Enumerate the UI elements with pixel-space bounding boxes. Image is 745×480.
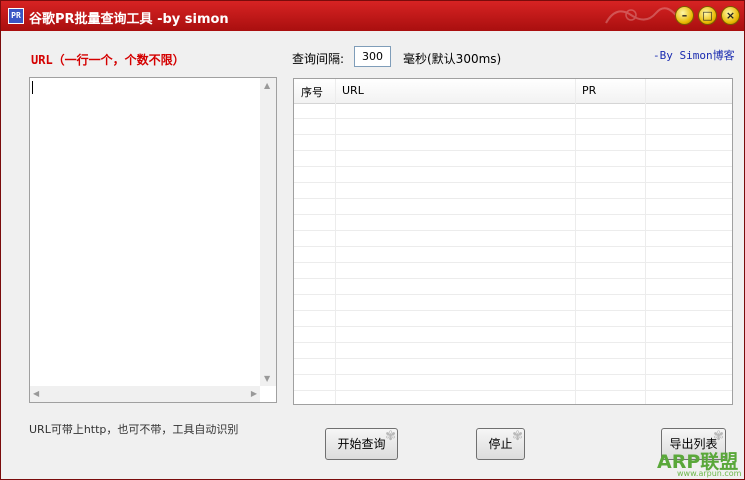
table-row: [294, 135, 732, 151]
table-row: [294, 215, 732, 231]
results-table[interactable]: 序号 URL PR: [293, 78, 733, 405]
app-window: PR 谷歌PR批量查询工具 -by simon – □ × URL（一行一个，个…: [0, 0, 745, 480]
table-row: [294, 343, 732, 359]
swirl-icon: ✾: [385, 429, 396, 444]
url-hint: URL可带上http，也可不带，工具自动识别: [29, 423, 239, 436]
interval-label: 查询间隔:: [292, 52, 345, 66]
table-header: 序号 URL PR: [294, 79, 732, 104]
table-body: [294, 103, 732, 391]
title-bar[interactable]: PR 谷歌PR批量查询工具 -by simon – □ ×: [1, 1, 744, 31]
maximize-button[interactable]: □: [698, 6, 717, 25]
table-row: [294, 327, 732, 343]
table-row: [294, 231, 732, 247]
watermark-url: www.arpun.com: [677, 469, 742, 478]
minimize-button[interactable]: –: [675, 6, 694, 25]
table-row: [294, 295, 732, 311]
window-title: 谷歌PR批量查询工具 -by simon: [29, 12, 229, 27]
start-query-button[interactable]: 开始查询 ✾: [325, 428, 398, 460]
column-header-pr[interactable]: PR: [582, 84, 596, 97]
interval-input[interactable]: 300: [354, 46, 391, 67]
table-row: [294, 247, 732, 263]
swirl-icon: ✾: [713, 429, 724, 444]
column-header-index[interactable]: 序号: [301, 84, 323, 100]
table-row: [294, 199, 732, 215]
decorative-swirl-icon: [605, 7, 680, 24]
swirl-icon: ✾: [512, 429, 523, 444]
table-row: [294, 359, 732, 375]
column-header-url[interactable]: URL: [342, 84, 364, 97]
blog-link[interactable]: -By Simon博客: [653, 47, 735, 63]
interval-unit: 毫秒(默认300ms): [403, 52, 502, 66]
stop-button[interactable]: 停止 ✾: [476, 428, 525, 460]
start-query-label: 开始查询: [337, 437, 386, 451]
table-row: [294, 119, 732, 135]
app-icon: PR: [8, 8, 24, 24]
table-row: [294, 151, 732, 167]
horizontal-scrollbar[interactable]: ◀ ▶: [30, 386, 260, 402]
table-row: [294, 263, 732, 279]
scroll-down-icon[interactable]: ▼: [264, 374, 270, 383]
table-row: [294, 167, 732, 183]
stop-label: 停止: [488, 437, 513, 451]
text-caret: [32, 81, 33, 94]
url-label: URL（一行一个，个数不限）: [31, 53, 185, 67]
close-button[interactable]: ×: [721, 6, 740, 25]
scroll-right-icon[interactable]: ▶: [251, 389, 257, 398]
table-row: [294, 311, 732, 327]
table-row: [294, 183, 732, 199]
url-input[interactable]: ▲ ▼ ◀ ▶: [29, 77, 277, 403]
table-row: [294, 279, 732, 295]
table-row: [294, 103, 732, 119]
main-content: URL（一行一个，个数不限） ▲ ▼ ◀ ▶ 查询间隔: 300 毫秒(默认30…: [4, 31, 741, 477]
table-row: [294, 375, 732, 391]
vertical-scrollbar[interactable]: ▲ ▼: [260, 78, 276, 386]
scroll-up-icon[interactable]: ▲: [264, 81, 270, 90]
scroll-left-icon[interactable]: ◀: [33, 389, 39, 398]
